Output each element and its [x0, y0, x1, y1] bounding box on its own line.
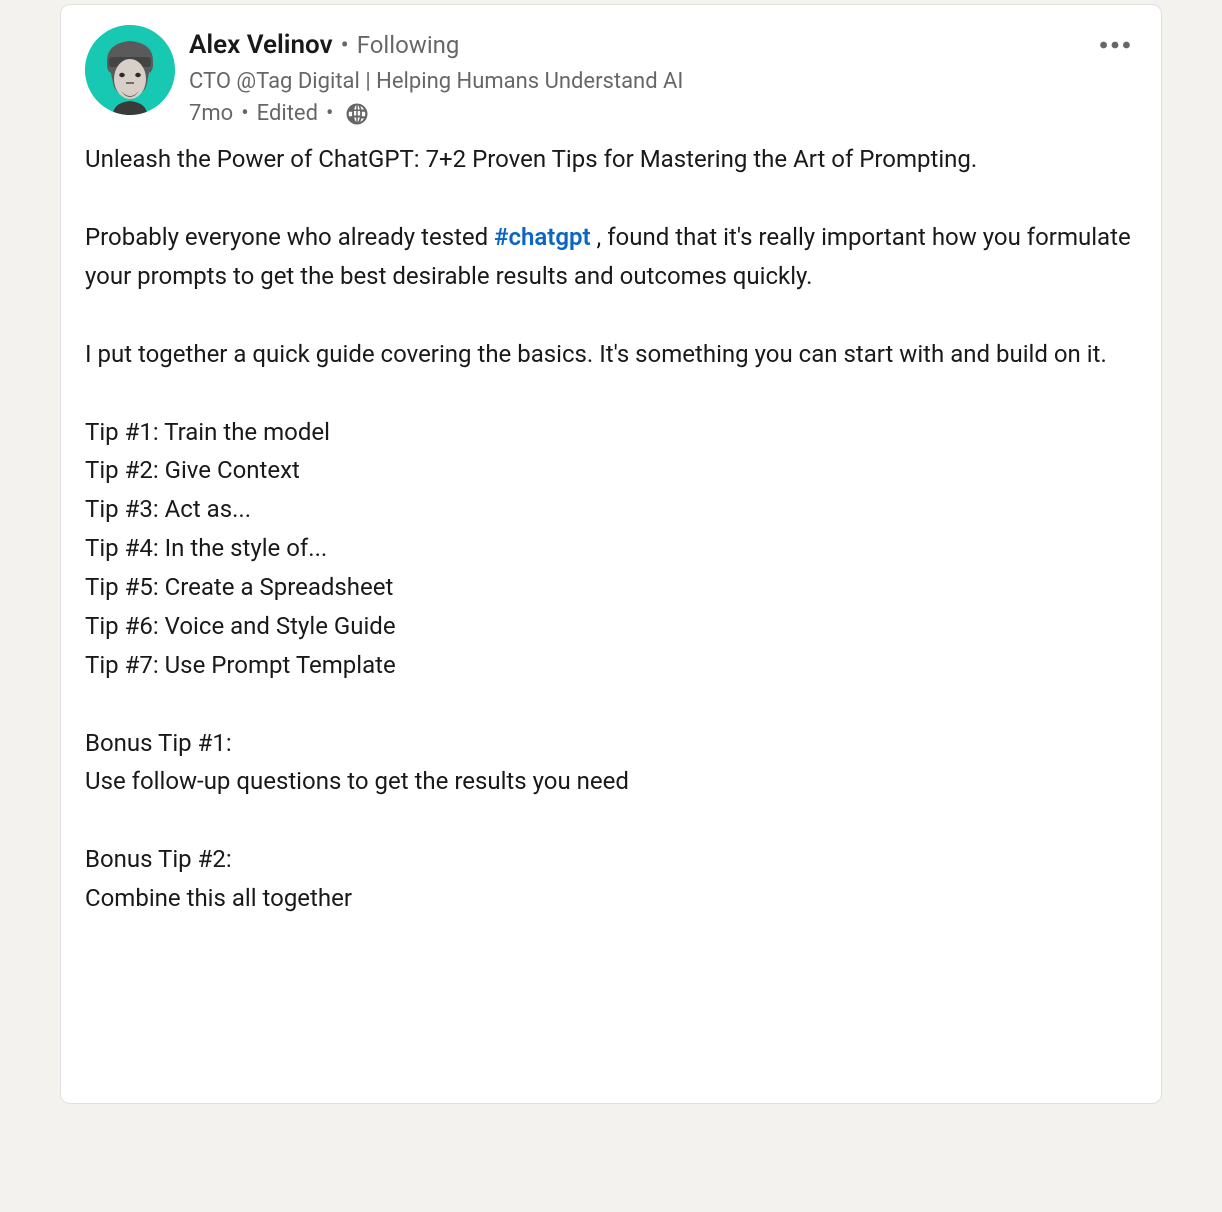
tip-5: Tip #5: Create a Spreadsheet	[85, 568, 1137, 607]
post-text-para3: I put together a quick guide covering th…	[85, 335, 1137, 374]
post-body: Unleash the Power of ChatGPT: 7+2 Proven…	[61, 134, 1161, 942]
tip-7: Tip #7: Use Prompt Template	[85, 646, 1137, 685]
blank-line	[85, 685, 1137, 724]
author-name[interactable]: Alex Velinov	[189, 29, 333, 63]
avatar[interactable]	[85, 25, 175, 115]
edited-label: Edited	[257, 101, 318, 126]
post-time: 7mo	[189, 101, 233, 126]
bonus-tip-2-text: Combine this all together	[85, 879, 1137, 918]
post-card: Alex Velinov • Following CTO @Tag Digita…	[60, 4, 1162, 1104]
tip-3: Tip #3: Act as...	[85, 490, 1137, 529]
author-headline: CTO @Tag Digital | Helping Humans Unders…	[189, 67, 1137, 97]
blank-line	[85, 179, 1137, 218]
blank-line	[85, 801, 1137, 840]
follow-status[interactable]: Following	[357, 30, 460, 61]
tip-6: Tip #6: Voice and Style Guide	[85, 607, 1137, 646]
meta-dot-2: •	[326, 101, 333, 126]
post-text-para2: Probably everyone who already tested #ch…	[85, 218, 1137, 296]
more-options-button[interactable]	[1093, 29, 1137, 61]
author-separator: •	[341, 30, 349, 61]
author-line: Alex Velinov • Following	[189, 29, 1137, 63]
globe-icon	[345, 102, 369, 126]
blank-line	[85, 296, 1137, 335]
para2-pre: Probably everyone who already tested	[85, 223, 494, 251]
post-header: Alex Velinov • Following CTO @Tag Digita…	[61, 5, 1161, 134]
bonus-tip-1-text: Use follow-up questions to get the resul…	[85, 762, 1137, 801]
bonus-tip-1-title: Bonus Tip #1:	[85, 724, 1137, 763]
tip-1: Tip #1: Train the model	[85, 413, 1137, 452]
bonus-tip-2-title: Bonus Tip #2:	[85, 840, 1137, 879]
hashtag-chatgpt[interactable]: #chatgpt	[494, 223, 590, 251]
header-text: Alex Velinov • Following CTO @Tag Digita…	[189, 25, 1137, 126]
post-meta: 7mo • Edited •	[189, 101, 1137, 126]
meta-dot: •	[241, 101, 248, 126]
post-text-para1: Unleash the Power of ChatGPT: 7+2 Proven…	[85, 140, 1137, 179]
tip-2: Tip #2: Give Context	[85, 451, 1137, 490]
tip-4: Tip #4: In the style of...	[85, 529, 1137, 568]
blank-line	[85, 374, 1137, 413]
